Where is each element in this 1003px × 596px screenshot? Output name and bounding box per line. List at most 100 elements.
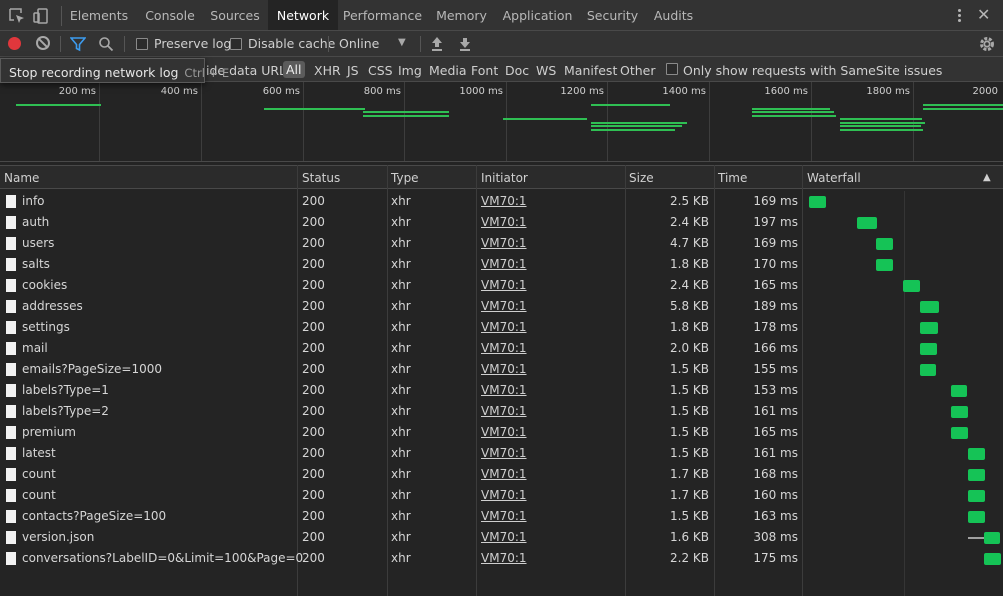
request-name[interactable]: mail: [22, 341, 48, 355]
device-toolbar-icon[interactable]: [32, 6, 52, 26]
table-row[interactable]: latest 200 xhr VM70:1 1.5 KB 161 ms: [0, 443, 1003, 464]
table-row[interactable]: addresses 200 xhr VM70:1 5.8 KB 189 ms: [0, 296, 1003, 317]
waterfall-bar[interactable]: [809, 196, 826, 208]
network-overview[interactable]: 200 ms 400 ms 600 ms 800 ms 1000 ms 1200 ms 14…: [0, 82, 1003, 162]
disable-cache-checkbox[interactable]: [230, 38, 242, 50]
filter-type-font[interactable]: Font: [471, 63, 498, 78]
column-header-name[interactable]: Name: [4, 171, 39, 185]
filter-type-ws[interactable]: WS: [536, 63, 556, 78]
request-initiator-link[interactable]: VM70:1: [481, 215, 527, 229]
column-header-waterfall[interactable]: Waterfall: [807, 171, 861, 185]
tab-audits[interactable]: Audits: [646, 0, 701, 30]
waterfall-bar[interactable]: [920, 364, 936, 376]
column-header-status[interactable]: Status: [302, 171, 340, 185]
table-row[interactable]: labels?Type=1 200 xhr VM70:1 1.5 KB 153 ms: [0, 380, 1003, 401]
request-initiator-link[interactable]: VM70:1: [481, 257, 527, 271]
tab-console[interactable]: Console: [137, 0, 203, 30]
request-name[interactable]: emails?PageSize=1000: [22, 362, 162, 376]
table-row[interactable]: info 200 xhr VM70:1 2.5 KB 169 ms: [0, 191, 1003, 212]
request-initiator-link[interactable]: VM70:1: [481, 488, 527, 502]
table-row[interactable]: mail 200 xhr VM70:1 2.0 KB 166 ms: [0, 338, 1003, 359]
request-name[interactable]: salts: [22, 257, 50, 271]
table-row[interactable]: cookies 200 xhr VM70:1 2.4 KB 165 ms: [0, 275, 1003, 296]
import-har-icon[interactable]: [430, 36, 444, 55]
request-name[interactable]: users: [22, 236, 54, 250]
waterfall-bar[interactable]: [920, 322, 938, 334]
table-row[interactable]: salts 200 xhr VM70:1 1.8 KB 170 ms: [0, 254, 1003, 275]
column-header-type[interactable]: Type: [391, 171, 419, 185]
request-name[interactable]: count: [22, 467, 56, 481]
search-icon[interactable]: [98, 36, 114, 55]
request-name[interactable]: labels?Type=1: [22, 383, 109, 397]
waterfall-bar[interactable]: [968, 490, 985, 502]
table-row[interactable]: users 200 xhr VM70:1 4.7 KB 169 ms: [0, 233, 1003, 254]
waterfall-bar[interactable]: [903, 280, 920, 292]
column-header-initiator[interactable]: Initiator: [481, 171, 528, 185]
clear-icon[interactable]: [36, 36, 50, 50]
preserve-log-checkbox[interactable]: [136, 38, 148, 50]
request-name[interactable]: premium: [22, 425, 76, 439]
more-options-icon[interactable]: [953, 7, 965, 25]
filter-type-xhr[interactable]: XHR: [314, 63, 341, 78]
tab-memory[interactable]: Memory: [428, 0, 495, 30]
table-row[interactable]: conversations?LabelID=0&Limit=100&Page=0…: [0, 548, 1003, 569]
request-initiator-link[interactable]: VM70:1: [481, 341, 527, 355]
table-row[interactable]: premium 200 xhr VM70:1 1.5 KB 165 ms: [0, 422, 1003, 443]
waterfall-bar[interactable]: [984, 553, 1001, 565]
filter-type-media[interactable]: Media: [429, 63, 467, 78]
request-name[interactable]: cookies: [22, 278, 67, 292]
request-initiator-link[interactable]: VM70:1: [481, 467, 527, 481]
export-har-icon[interactable]: [458, 36, 472, 55]
waterfall-bar[interactable]: [968, 448, 985, 460]
inspect-element-icon[interactable]: [7, 6, 27, 26]
request-name[interactable]: count: [22, 488, 56, 502]
sort-ascending-icon[interactable]: ▲: [983, 172, 991, 183]
tab-network[interactable]: Network: [268, 0, 338, 30]
waterfall-bar[interactable]: [951, 385, 967, 397]
request-name[interactable]: info: [22, 194, 45, 208]
request-initiator-link[interactable]: VM70:1: [481, 425, 527, 439]
table-row[interactable]: contacts?PageSize=100 200 xhr VM70:1 1.5 KB 1…: [0, 506, 1003, 527]
throttling-select[interactable]: Online: [339, 36, 379, 51]
request-name[interactable]: conversations?LabelID=0&Limit=100&Page=0: [22, 551, 303, 565]
request-name[interactable]: labels?Type=2: [22, 404, 109, 418]
tab-performance[interactable]: Performance: [338, 0, 427, 30]
column-header-time[interactable]: Time: [718, 171, 747, 185]
table-row[interactable]: emails?PageSize=1000 200 xhr VM70:1 1.5 KB 15…: [0, 359, 1003, 380]
chevron-down-icon[interactable]: ▼: [398, 37, 406, 48]
filter-type-other[interactable]: Other: [620, 63, 656, 78]
request-initiator-link[interactable]: VM70:1: [481, 236, 527, 250]
filter-type-doc[interactable]: Doc: [505, 63, 529, 78]
request-initiator-link[interactable]: VM70:1: [481, 530, 527, 544]
request-initiator-link[interactable]: VM70:1: [481, 446, 527, 460]
waterfall-bar[interactable]: [876, 259, 893, 271]
table-row[interactable]: auth 200 xhr VM70:1 2.4 KB 197 ms: [0, 212, 1003, 233]
waterfall-bar[interactable]: [951, 406, 968, 418]
filter-type-img[interactable]: Img: [398, 63, 422, 78]
waterfall-bar[interactable]: [920, 343, 937, 355]
tab-security[interactable]: Security: [580, 0, 645, 30]
tab-sources[interactable]: Sources: [203, 0, 267, 30]
tab-elements[interactable]: Elements: [62, 0, 136, 30]
filter-type-all[interactable]: All: [283, 61, 305, 78]
waterfall-bar[interactable]: [920, 301, 939, 313]
request-name[interactable]: latest: [22, 446, 56, 460]
request-initiator-link[interactable]: VM70:1: [481, 509, 527, 523]
request-name[interactable]: settings: [22, 320, 70, 334]
request-initiator-link[interactable]: VM70:1: [481, 551, 527, 565]
filter-type-manifest[interactable]: Manifest: [564, 63, 617, 78]
waterfall-bar[interactable]: [968, 469, 985, 481]
gear-icon[interactable]: [978, 35, 996, 56]
request-name[interactable]: contacts?PageSize=100: [22, 509, 166, 523]
table-row[interactable]: version.json 200 xhr VM70:1 1.6 KB 308 ms: [0, 527, 1003, 548]
close-icon[interactable]: ✕: [977, 5, 990, 24]
record-button[interactable]: [8, 37, 21, 50]
request-initiator-link[interactable]: VM70:1: [481, 320, 527, 334]
request-initiator-link[interactable]: VM70:1: [481, 278, 527, 292]
request-name[interactable]: addresses: [22, 299, 83, 313]
waterfall-bar[interactable]: [876, 238, 893, 250]
filter-type-js[interactable]: JS: [347, 63, 359, 78]
request-name[interactable]: auth: [22, 215, 49, 229]
samesite-checkbox[interactable]: [666, 63, 678, 75]
request-initiator-link[interactable]: VM70:1: [481, 194, 527, 208]
